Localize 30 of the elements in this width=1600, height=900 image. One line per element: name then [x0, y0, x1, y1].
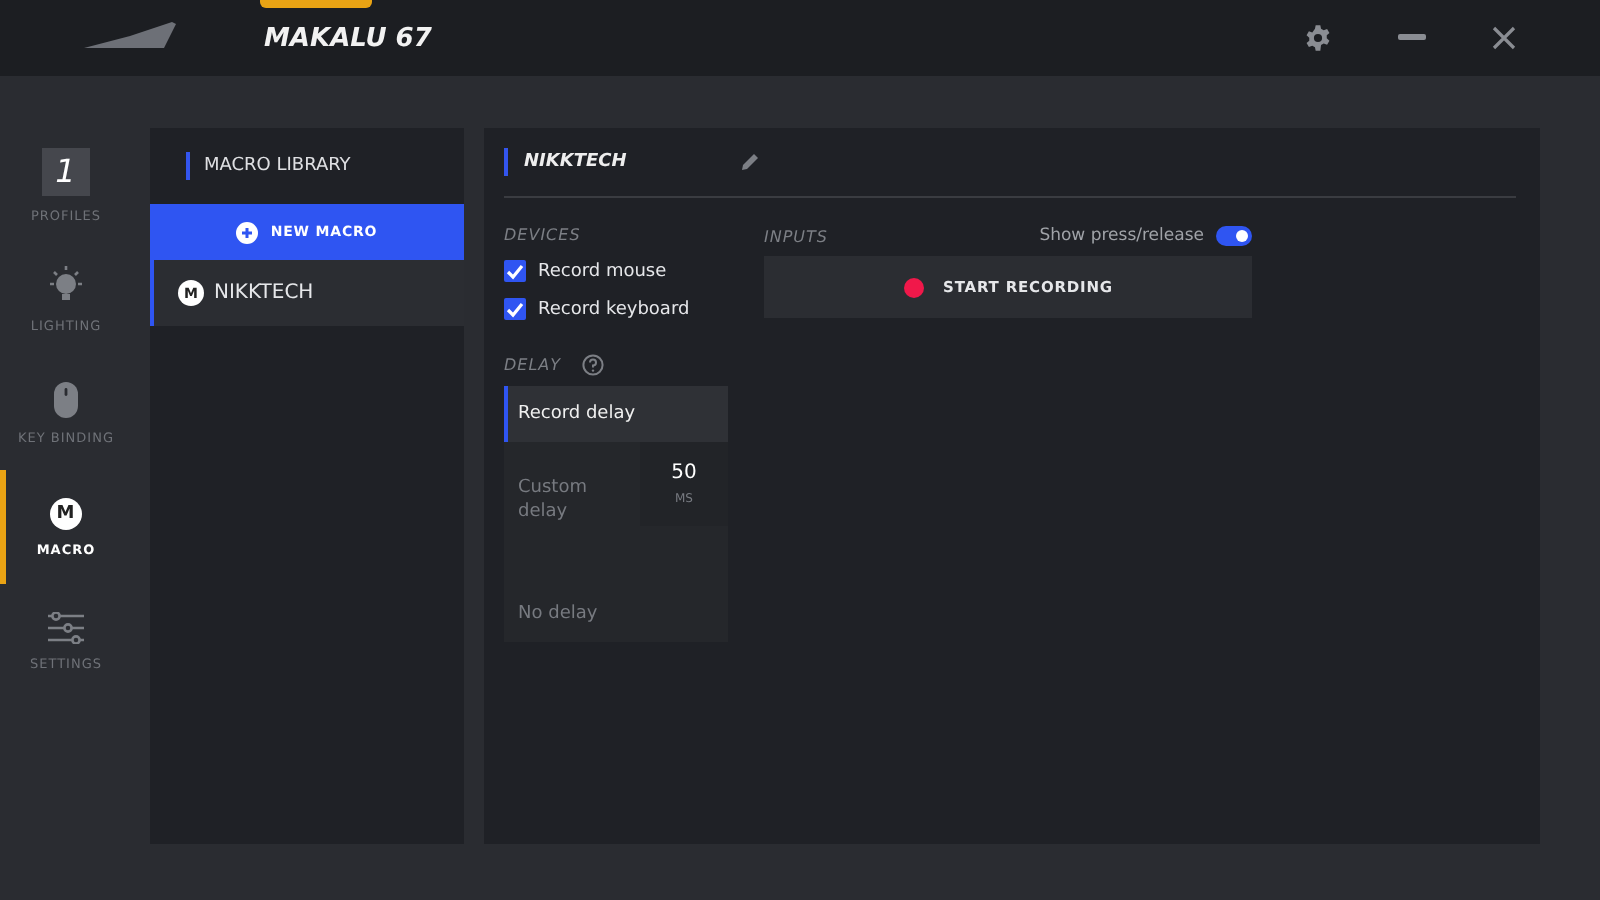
mouse-icon — [54, 381, 78, 417]
macro-name-field[interactable]: NIKKTECH — [524, 152, 724, 172]
help-icon[interactable] — [581, 354, 604, 376]
logo-icon — [84, 20, 176, 48]
settings-icon[interactable] — [1304, 24, 1332, 52]
window-title: MAKALU 67 — [264, 23, 432, 53]
profile-number: 1 — [42, 147, 90, 195]
toggle-label: Show press/release — [1039, 226, 1204, 246]
bulb-icon — [46, 265, 86, 305]
section-label: INPUTS — [764, 227, 828, 245]
checkbox-label: Record mouse — [538, 261, 667, 281]
macro-name: NIKKTECH — [214, 282, 314, 304]
checkbox-label: Record keyboard — [538, 299, 690, 319]
delay-option[interactable]: Record delay — [504, 386, 728, 442]
library-title: MACRO LIBRARY — [204, 156, 351, 176]
record-dot-icon — [903, 277, 924, 297]
pencil-icon[interactable] — [740, 152, 760, 172]
sliders-icon — [48, 611, 84, 643]
section-label: DEVICES — [504, 226, 583, 244]
close-icon[interactable] — [1492, 26, 1516, 50]
active-device-indicator — [260, 0, 372, 8]
delay-value: 50 — [671, 462, 697, 484]
minimize-icon[interactable] — [1398, 34, 1426, 42]
option-label: Custom delay — [518, 476, 589, 525]
plus-icon — [236, 221, 259, 243]
section-label: DELAY — [504, 356, 562, 374]
checkbox[interactable] — [504, 298, 526, 320]
macro-badge: M — [50, 497, 82, 529]
toggle-switch[interactable] — [1216, 226, 1252, 246]
checkbox[interactable] — [504, 260, 526, 282]
